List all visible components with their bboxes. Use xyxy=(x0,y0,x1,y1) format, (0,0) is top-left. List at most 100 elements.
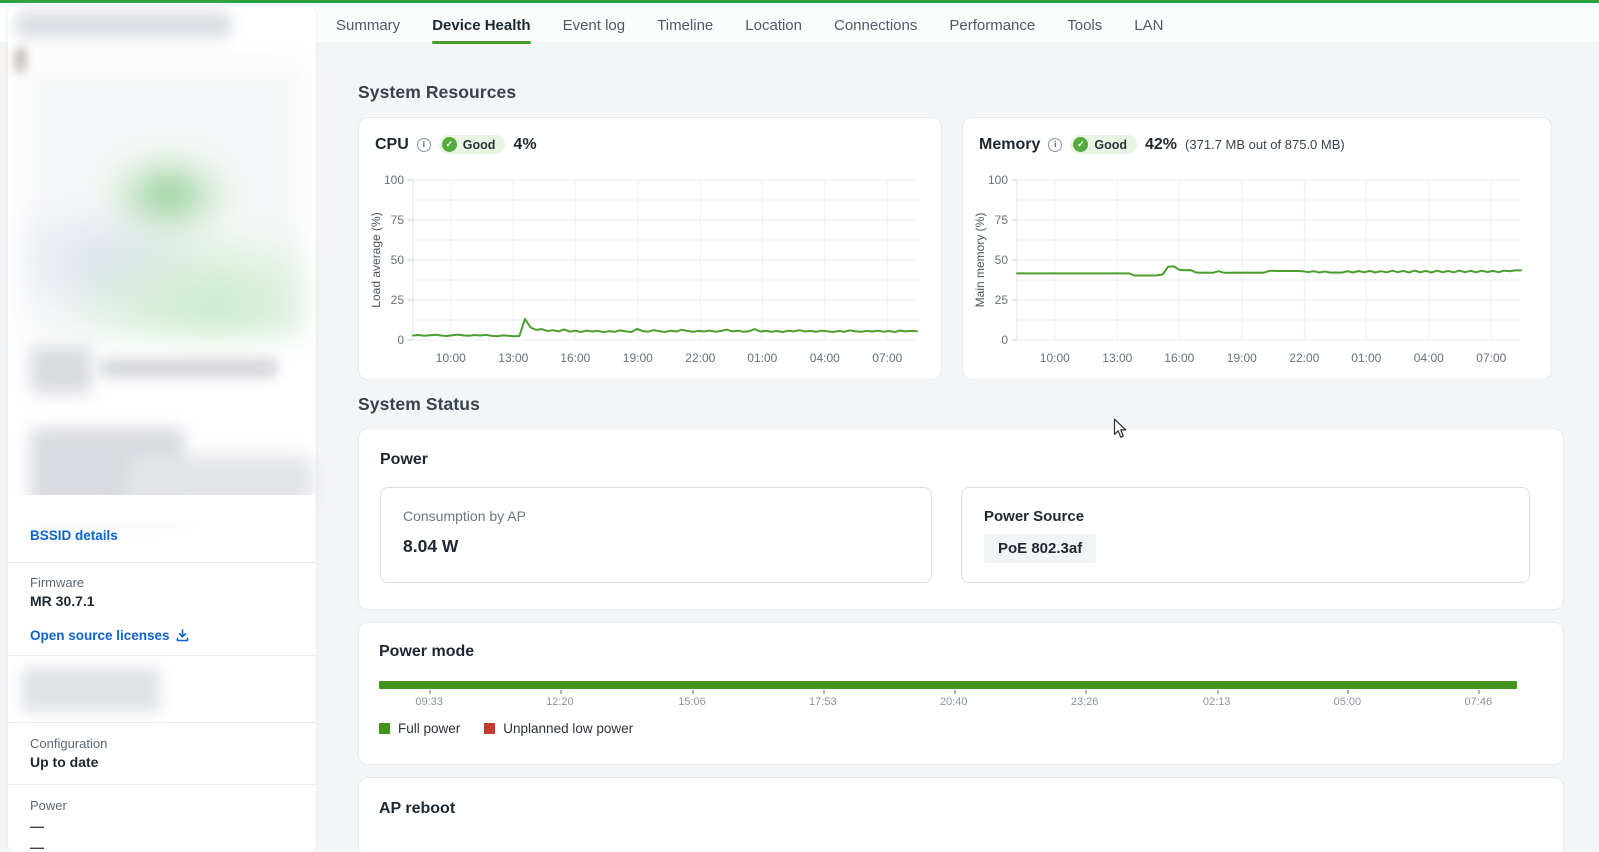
svg-text:01:00: 01:00 xyxy=(1351,351,1381,365)
timeline-tick-label: 12:20 xyxy=(546,696,574,708)
power-mode-title: Power mode xyxy=(379,643,475,660)
device-sidebar: BSSID details Firmware MR 30.7.1 Open so… xyxy=(8,6,316,852)
power-mode-timeline-bar[interactable] xyxy=(379,681,1517,689)
memory-value: 42% xyxy=(1145,135,1178,153)
svg-text:25: 25 xyxy=(391,293,405,307)
tab-lan[interactable]: LAN xyxy=(1134,6,1163,45)
consumption-value: 8.04 W xyxy=(403,536,459,556)
cpu-title: CPU xyxy=(375,135,409,153)
check-icon xyxy=(441,137,457,152)
svg-text:75: 75 xyxy=(995,213,1009,227)
svg-text:50: 50 xyxy=(995,253,1009,267)
sidebar-divider xyxy=(8,722,316,723)
check-icon xyxy=(1073,137,1089,152)
power-status-card: Power Consumption by AP 8.04 W Power Sou… xyxy=(358,428,1564,610)
mouse-cursor xyxy=(1113,418,1127,438)
redacted-device-photo xyxy=(22,62,304,338)
svg-text:100: 100 xyxy=(988,174,1008,187)
tab-event-log[interactable]: Event log xyxy=(563,6,626,45)
power-value-1: — xyxy=(30,818,44,834)
cpu-load-chart[interactable]: 0 25 50 75 100 10:00 13:00 16:00 19:00 22:00 01:00… xyxy=(367,174,937,370)
timeline-tick-label: 02:13 xyxy=(1202,696,1231,708)
timeline-tick xyxy=(1216,690,1219,694)
memory-info-icon[interactable] xyxy=(1048,137,1063,152)
tab-performance[interactable]: Performance xyxy=(949,6,1035,45)
download-icon xyxy=(176,629,188,642)
tab-connections[interactable]: Connections xyxy=(834,6,917,45)
firmware-label: Firmware xyxy=(30,575,85,590)
system-status-title: System Status xyxy=(358,394,480,414)
memory-usage-chart[interactable]: 0 25 50 75 100 10:00 13:00 16:00 19:00 22:00 01:00… xyxy=(971,174,1547,370)
power-source-title: Power Source xyxy=(984,508,1085,525)
memory-status-badge: Good xyxy=(1070,135,1137,154)
bssid-details-label: BSSID details xyxy=(30,528,118,543)
bssid-details-link[interactable]: BSSID details xyxy=(30,528,118,543)
power-mode-legend: Full power Unplanned low power xyxy=(379,721,633,736)
svg-text:10:00: 10:00 xyxy=(1040,351,1070,365)
tab-location[interactable]: Location xyxy=(745,6,802,45)
timeline-tick-label: 05:00 xyxy=(1333,696,1362,708)
svg-text:07:00: 07:00 xyxy=(1476,351,1506,365)
svg-text:10:00: 10:00 xyxy=(436,351,466,365)
svg-text:100: 100 xyxy=(384,174,404,187)
tab-timeline[interactable]: Timeline xyxy=(657,6,713,45)
power-mode-card: Power mode 09:33 12:20 15:06 17:53 20:40 23:2… xyxy=(358,622,1564,765)
power-source-box: Power Source PoE 802.3af xyxy=(961,487,1530,583)
sidebar-divider xyxy=(8,784,316,785)
timeline-tick xyxy=(953,690,956,694)
power-value-2: — xyxy=(30,839,44,852)
system-resources-title: System Resources xyxy=(358,82,517,102)
cpu-info-icon[interactable] xyxy=(416,137,431,152)
legend-swatch xyxy=(484,723,496,734)
cpu-status-label: Good xyxy=(462,137,496,152)
timeline-tick-label: 23:26 xyxy=(1070,696,1099,708)
sidebar-divider xyxy=(8,655,316,656)
timeline-tick-label: 20:40 xyxy=(939,696,968,708)
svg-text:01:00: 01:00 xyxy=(747,351,777,365)
tab-summary[interactable]: Summary xyxy=(336,6,400,45)
memory-status-label: Good xyxy=(1094,137,1127,152)
memory-title: Memory xyxy=(979,135,1041,153)
timeline-tick xyxy=(822,690,825,694)
svg-text:50: 50 xyxy=(391,253,405,267)
ap-reboot-title: AP reboot xyxy=(379,800,456,817)
redacted-status-chip xyxy=(30,346,92,394)
memory-detail: (371.7 MB out of 875.0 MB) xyxy=(1185,137,1345,152)
sidebar-divider xyxy=(8,562,316,563)
svg-text:22:00: 22:00 xyxy=(1289,351,1319,365)
cpu-card: CPU Good 4% 0 25 50 75 100 10:00 13:00 16:00 19:… xyxy=(358,117,942,380)
timeline-tick xyxy=(1478,690,1481,694)
timeline-tick xyxy=(1347,690,1350,694)
redacted-device-name xyxy=(16,12,231,38)
svg-text:16:00: 16:00 xyxy=(1164,351,1194,365)
legend-label: Full power xyxy=(398,721,461,736)
consumption-label: Consumption by AP xyxy=(403,508,526,524)
timeline-tick xyxy=(1084,690,1087,694)
open-source-licenses-label: Open source licenses xyxy=(30,628,170,643)
svg-text:25: 25 xyxy=(995,293,1009,307)
legend-item: Unplanned low power xyxy=(484,721,633,736)
svg-text:04:00: 04:00 xyxy=(810,351,840,365)
power-source-value: PoE 802.3af xyxy=(984,534,1097,563)
svg-text:0: 0 xyxy=(1001,333,1008,347)
timeline-tick-label: 15:06 xyxy=(678,696,706,708)
svg-text:19:00: 19:00 xyxy=(1227,351,1257,365)
svg-text:22:00: 22:00 xyxy=(685,351,715,365)
consumption-box: Consumption by AP 8.04 W xyxy=(380,487,932,583)
legend-swatch xyxy=(379,723,390,734)
svg-text:75: 75 xyxy=(391,213,405,227)
timeline-tick-label: 17:53 xyxy=(809,696,837,708)
tab-tools[interactable]: Tools xyxy=(1067,6,1102,45)
tab-bar: Summary Device Health Event log Timeline… xyxy=(336,6,1163,45)
tab-device-health[interactable]: Device Health xyxy=(432,6,531,45)
redacted-address-line xyxy=(100,358,278,378)
svg-text:13:00: 13:00 xyxy=(498,351,528,365)
legend-item: Full power xyxy=(379,721,460,736)
cpu-value: 4% xyxy=(513,135,537,153)
timeline-tick xyxy=(692,690,694,694)
timeline-tick-label: 09:33 xyxy=(415,696,443,708)
open-source-licenses-link[interactable]: Open source licenses xyxy=(30,628,189,643)
timeline-tick xyxy=(559,690,562,694)
ap-reboot-card: AP reboot xyxy=(358,777,1564,852)
svg-text:19:00: 19:00 xyxy=(623,351,653,365)
